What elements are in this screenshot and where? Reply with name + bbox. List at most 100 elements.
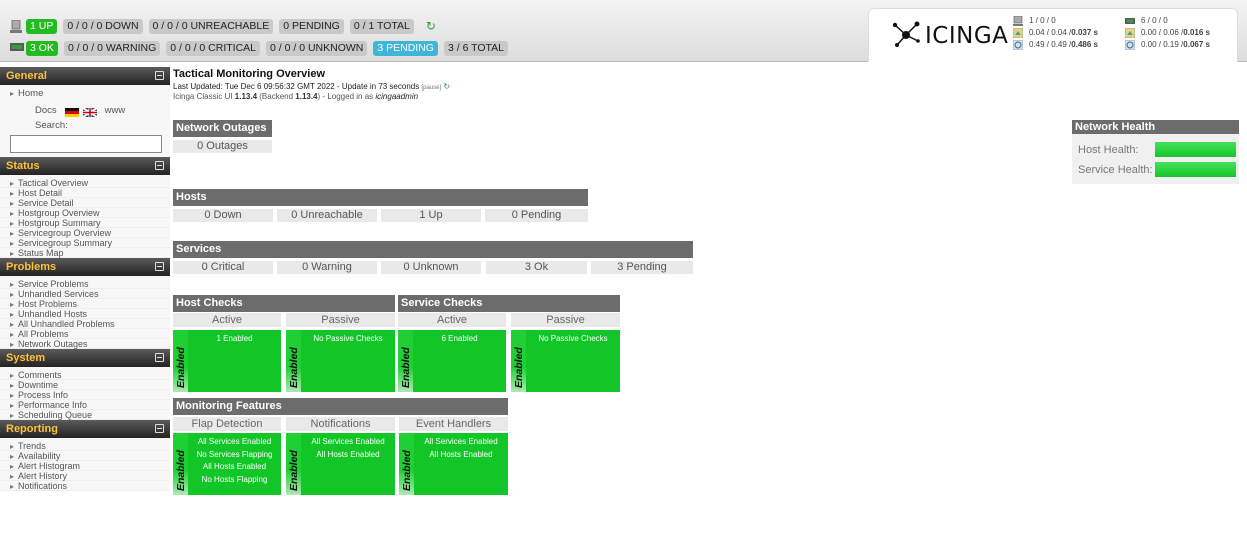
sidebar-item-unhandled-services[interactable]: Unhandled Services: [0, 289, 170, 299]
hosts-pending-badge[interactable]: 0 PENDING: [279, 18, 344, 34]
sidebar-item-performance-info[interactable]: Performance Info: [0, 400, 170, 410]
host-icon: [1013, 15, 1023, 26]
services-unknown-cell[interactable]: 0 Unknown: [381, 261, 481, 274]
sidebar-item-availability[interactable]: Availability: [0, 451, 170, 461]
sidebar-item-status-map[interactable]: Status Map: [0, 248, 170, 258]
docs-link[interactable]: Docs: [35, 102, 57, 119]
service-performance: 6 / 0 / 0 0.00 / 0.06 / 0.016 s 0.00 / 0…: [1124, 15, 1210, 51]
event-handlers-block[interactable]: Enabled All Services Enabled All Hosts E…: [399, 433, 508, 495]
network-outages-value[interactable]: 0 Outages: [173, 140, 272, 153]
refresh-icon[interactable]: ↻: [443, 82, 450, 91]
network-outages-header: Network Outages: [173, 120, 272, 137]
host-checks-passive-label: Passive: [286, 313, 395, 327]
sidebar-item-all-unhandled-problems[interactable]: All Unhandled Problems: [0, 319, 170, 329]
sidebar-section-general[interactable]: General: [0, 67, 170, 85]
enabled-label: Enabled: [175, 450, 187, 491]
enabled-label: Enabled: [288, 450, 300, 491]
flap-line[interactable]: No Services Flapping: [190, 449, 279, 462]
service-checks-active-block[interactable]: Enabled 6 Enabled: [398, 330, 506, 392]
section-title: Problems: [6, 261, 57, 273]
services-pending-cell[interactable]: 3 Pending: [591, 261, 693, 274]
flap-line[interactable]: No Hosts Flapping: [190, 474, 279, 487]
hosts-up-cell[interactable]: 1 Up: [381, 209, 481, 222]
hosts-unreachable-cell[interactable]: 0 Unreachable: [277, 209, 377, 222]
host-checks-active-block[interactable]: Enabled 1 Enabled: [173, 330, 281, 392]
services-critical-cell[interactable]: 0 Critical: [173, 261, 273, 274]
sidebar-item-scheduling-queue[interactable]: Scheduling Queue: [0, 410, 170, 420]
ui-version: 1.13.4: [234, 92, 258, 101]
flap-detection-block[interactable]: Enabled All Services Enabled No Services…: [173, 433, 281, 495]
collapse-icon[interactable]: [155, 161, 164, 170]
search-label: Search:: [0, 119, 170, 133]
sidebar-item-hostgroup-overview[interactable]: Hostgroup Overview: [0, 208, 170, 218]
hosts-total-badge[interactable]: 0 / 1 TOTAL: [349, 18, 414, 34]
sidebar-item-all-problems[interactable]: All Problems: [0, 329, 170, 339]
english-flag-icon[interactable]: [82, 106, 98, 118]
sidebar-item-servicegroup-overview[interactable]: Servicegroup Overview: [0, 228, 170, 238]
service-latency-avg: 0.016 s: [1183, 28, 1210, 37]
sidebar-item-notifications[interactable]: Notifications: [0, 481, 170, 491]
sidebar-item-service-detail[interactable]: Service Detail: [0, 198, 170, 208]
sidebar-section-status[interactable]: Status: [0, 157, 170, 175]
service-checks-passive-label: Passive: [511, 313, 620, 327]
sidebar-section-system[interactable]: System: [0, 349, 170, 367]
sidebar-item-host-problems[interactable]: Host Problems: [0, 299, 170, 309]
sidebar-item-trends[interactable]: Trends: [0, 441, 170, 451]
icinga-logo[interactable]: ICINGA: [891, 21, 1008, 50]
event-handler-line[interactable]: All Hosts Enabled: [416, 449, 506, 462]
service-checks-passive-block[interactable]: Enabled No Passive Checks: [511, 330, 620, 392]
search-input[interactable]: [10, 135, 162, 153]
notifications-block[interactable]: Enabled All Services Enabled All Hosts E…: [286, 433, 395, 495]
execution-icon: [1124, 39, 1136, 51]
sidebar-item-service-problems[interactable]: Service Problems: [0, 279, 170, 289]
services-total-badge[interactable]: 3 / 6 TOTAL: [443, 40, 509, 56]
notifications-lines: All Services Enabled All Hosts Enabled: [303, 436, 393, 461]
notification-line[interactable]: All Hosts Enabled: [303, 449, 393, 462]
sidebar-item-network-outages[interactable]: Network Outages: [0, 339, 170, 349]
services-ok-cell[interactable]: 3 Ok: [486, 261, 587, 274]
services-warning-badge[interactable]: 0 / 0 / 0 WARNING: [63, 40, 161, 56]
hosts-up-badge[interactable]: 1 UP: [26, 18, 58, 34]
sidebar-item-host-detail[interactable]: Host Detail: [0, 188, 170, 198]
hosts-unreachable-badge[interactable]: 0 / 0 / 0 UNREACHABLE: [148, 18, 274, 34]
collapse-icon[interactable]: [155, 424, 164, 433]
sidebar-item-servicegroup-summary[interactable]: Servicegroup Summary: [0, 238, 170, 248]
services-pending-badge[interactable]: 3 PENDING: [373, 40, 438, 56]
services-critical-badge[interactable]: 0 / 0 / 0 CRITICAL: [166, 40, 261, 56]
hosts-down-badge[interactable]: 0 / 0 / 0 DOWN: [63, 18, 143, 34]
service-execution-avg: 0.067 s: [1183, 40, 1210, 49]
services-warning-cell[interactable]: 0 Warning: [277, 261, 377, 274]
sidebar-item-alert-history[interactable]: Alert History: [0, 471, 170, 481]
german-flag-icon[interactable]: [64, 106, 79, 117]
sidebar-item-home[interactable]: ▸ Home: [0, 85, 170, 102]
sidebar-item-unhandled-hosts[interactable]: Unhandled Hosts: [0, 309, 170, 319]
notification-line[interactable]: All Services Enabled: [303, 436, 393, 449]
services-ok-badge[interactable]: 3 OK: [26, 40, 58, 56]
sidebar-section-problems[interactable]: Problems: [0, 258, 170, 276]
latency-icon: [1012, 27, 1024, 39]
search-box: [0, 133, 170, 157]
collapse-icon[interactable]: [155, 71, 164, 80]
sidebar-item-alert-histogram[interactable]: Alert Histogram: [0, 461, 170, 471]
sidebar-item-tactical-overview[interactable]: Tactical Overview: [0, 178, 170, 188]
sidebar-item-downtime[interactable]: Downtime: [0, 380, 170, 390]
collapse-icon[interactable]: [155, 353, 164, 362]
sidebar-item-comments[interactable]: Comments: [0, 370, 170, 380]
host-checks-passive-block[interactable]: Enabled No Passive Checks: [286, 330, 395, 392]
hosts-pending-cell[interactable]: 0 Pending: [485, 209, 588, 222]
host-performance: 1 / 0 / 0 0.04 / 0.04 / 0.037 s 0.49 / 0…: [1012, 15, 1098, 51]
flap-line[interactable]: All Hosts Enabled: [190, 461, 279, 474]
services-unknown-badge[interactable]: 0 / 0 / 0 UNKNOWN: [266, 40, 368, 56]
sidebar-item-hostgroup-summary[interactable]: Hostgroup Summary: [0, 218, 170, 228]
www-link[interactable]: www: [105, 102, 126, 119]
refresh-icon[interactable]: ↻: [426, 19, 436, 33]
flap-line[interactable]: All Services Enabled: [190, 436, 279, 449]
event-handler-line[interactable]: All Services Enabled: [416, 436, 506, 449]
collapse-icon[interactable]: [155, 262, 164, 271]
pause-link[interactable]: [pause]: [421, 85, 441, 91]
service-execution: 0.00 / 0.19 /: [1141, 40, 1184, 49]
sidebar-section-reporting[interactable]: Reporting: [0, 420, 170, 438]
sidebar: General ▸Home Docs www Search: Status Ta…: [0, 67, 170, 551]
hosts-down-cell[interactable]: 0 Down: [173, 209, 273, 222]
sidebar-item-process-info[interactable]: Process Info: [0, 390, 170, 400]
